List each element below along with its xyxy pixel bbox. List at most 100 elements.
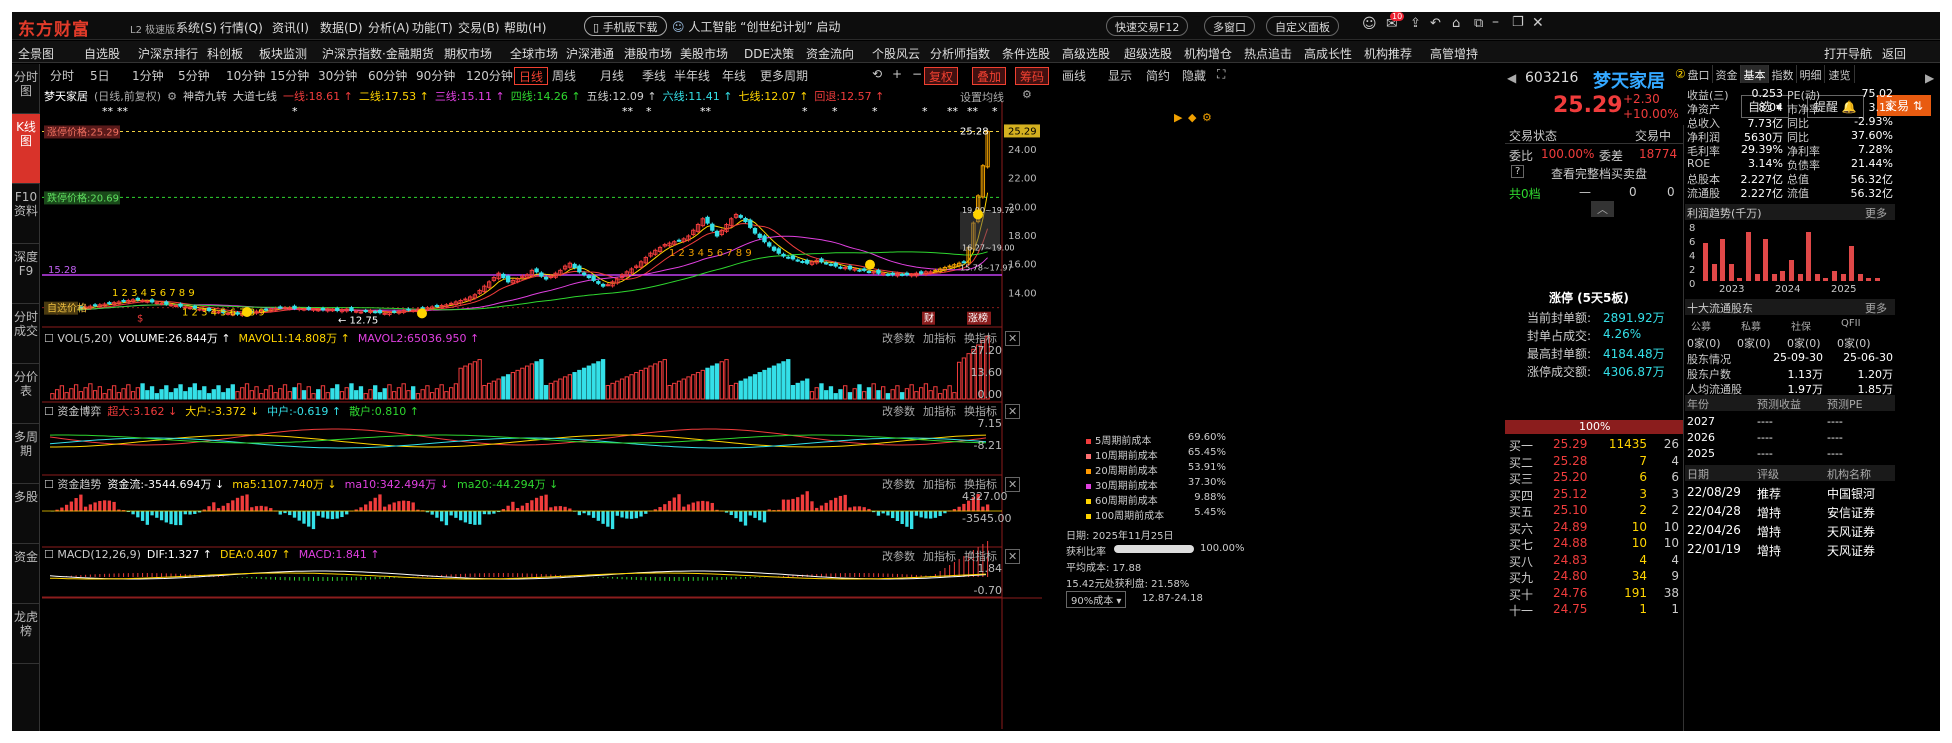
prev-stock-icon[interactable]: ◀: [1507, 71, 1516, 85]
play-icon[interactable]: ▶: [1174, 111, 1182, 124]
toolbar-right-4[interactable]: 显示: [1108, 67, 1132, 85]
vol-panel-btn-1[interactable]: 加指标: [923, 332, 956, 345]
sidebar-tab-4[interactable]: 分时成交: [12, 304, 40, 364]
macd-panel-btn-1[interactable]: 加指标: [923, 550, 956, 563]
sidebar-tab-7[interactable]: 多股: [12, 484, 40, 544]
period-2[interactable]: 1分钟: [132, 67, 164, 85]
nav-item-23[interactable]: 打开导航: [1824, 45, 1872, 62]
bo-panel-btn-0[interactable]: 改参数: [882, 405, 915, 418]
macd-panel-btn-0[interactable]: 改参数: [882, 550, 915, 563]
bo-panel-label[interactable]: ☐ 资金博弈: [44, 405, 101, 418]
chip-mode-icon[interactable]: ◆: [1188, 111, 1196, 124]
nav-item-14[interactable]: 分析师指数: [930, 45, 990, 62]
toolbar-right-6[interactable]: 隐藏: [1182, 67, 1206, 85]
nav-item-20[interactable]: 高成长性: [1304, 45, 1352, 62]
menu-2[interactable]: 资讯(I): [272, 19, 309, 36]
minimize-icon[interactable]: –: [1492, 14, 1499, 30]
vol-panel-label[interactable]: ☐ VOL(5,20): [44, 332, 113, 345]
profit-trend-more[interactable]: 更多: [1865, 205, 1887, 221]
menu-4[interactable]: 分析(A): [368, 19, 410, 36]
zoom-out-icon[interactable]: −: [912, 67, 922, 85]
nav-item-22[interactable]: 高管增持: [1430, 45, 1478, 62]
set-ma-link[interactable]: 设置均线: [960, 89, 1004, 105]
reset-icon[interactable]: ⟲: [872, 67, 882, 85]
menu-6[interactable]: 交易(B): [458, 19, 500, 36]
nav-item-4[interactable]: 板块监测: [259, 45, 307, 62]
nav-item-24[interactable]: 返回: [1882, 45, 1906, 62]
nav-item-6[interactable]: 期权市场: [444, 45, 492, 62]
zoom-in-icon[interactable]: +: [892, 67, 902, 85]
ai-banner[interactable]: ☺ 人工智能 “创世纪计划” 启动: [672, 18, 840, 35]
nav-item-19[interactable]: 热点追击: [1244, 45, 1292, 62]
nav-item-18[interactable]: 机构增仓: [1184, 45, 1232, 62]
nav-item-0[interactable]: 全景图: [18, 45, 54, 62]
next-stock-icon[interactable]: ▶: [1925, 71, 1934, 85]
menu-7[interactable]: 帮助(H): [504, 19, 546, 36]
nav-item-17[interactable]: 超级选股: [1124, 45, 1172, 62]
macd-panel-close-icon[interactable]: ✕: [1005, 549, 1021, 564]
multi-window-button[interactable]: 多窗口: [1204, 16, 1255, 36]
view-full-orderbook[interactable]: 查看完整档买卖盘: [1551, 165, 1647, 182]
nav-item-16[interactable]: 高级选股: [1062, 45, 1110, 62]
sidebar-tab-6[interactable]: 多周期: [12, 424, 40, 484]
period-9[interactable]: 120分钟: [466, 67, 513, 85]
quick-trade-button[interactable]: 快速交易F12: [1106, 16, 1189, 36]
skin-icon[interactable]: ⇪: [1410, 16, 1421, 31]
fullscreen-icon[interactable]: ⛶: [1217, 67, 1225, 85]
nav-item-10[interactable]: 美股市场: [680, 45, 728, 62]
rp-tab-0[interactable]: 盘口: [1685, 65, 1713, 83]
back-icon[interactable]: ↶: [1430, 16, 1441, 31]
nav-item-7[interactable]: 全球市场: [510, 45, 558, 62]
rp-tab-5[interactable]: 速览: [1825, 65, 1855, 83]
bo-panel-close-icon[interactable]: ✕: [1005, 404, 1021, 419]
nav-item-3[interactable]: 科创板: [207, 45, 243, 62]
macd-panel-label[interactable]: ☐ MACD(12,26,9): [44, 548, 141, 561]
period-3[interactable]: 5分钟: [178, 67, 210, 85]
menu-0[interactable]: 系统(S): [176, 19, 217, 36]
home-icon[interactable]: ⌂: [1452, 16, 1460, 31]
period-8[interactable]: 90分钟: [416, 67, 455, 85]
nav-item-5[interactable]: 沪深京指数·金融期货: [322, 45, 434, 62]
toolbar-right-2[interactable]: 筹码: [1015, 67, 1050, 85]
rp-tab-4[interactable]: 明细: [1797, 65, 1825, 83]
period-7[interactable]: 60分钟: [368, 67, 407, 85]
restore-icon[interactable]: ⧉: [1474, 16, 1483, 31]
period-10[interactable]: 日线: [514, 67, 549, 85]
nav-item-9[interactable]: 港股市场: [624, 45, 672, 62]
mobile-download-button[interactable]: ▯ 手机版下载: [584, 16, 667, 36]
sidebar-tab-1[interactable]: K线图: [12, 114, 40, 184]
nav-item-21[interactable]: 机构推荐: [1364, 45, 1412, 62]
rp-tab-1[interactable]: 资金: [1713, 65, 1741, 83]
collapse-icon[interactable]: ︿: [1591, 201, 1614, 217]
close-icon[interactable]: ✕: [1532, 15, 1544, 31]
nav-item-1[interactable]: 自选股: [84, 45, 120, 62]
nav-item-8[interactable]: 沪深港通: [566, 45, 614, 62]
user-icon[interactable]: ☺: [1362, 16, 1377, 32]
nav-item-12[interactable]: 资金流向: [806, 45, 854, 62]
sidebar-tab-8[interactable]: 资金: [12, 544, 40, 604]
period-13[interactable]: 季线: [642, 67, 666, 85]
trend-panel-btn-1[interactable]: 加指标: [923, 478, 956, 491]
rp-tab-3[interactable]: 指数: [1769, 65, 1797, 83]
period-12[interactable]: 月线: [600, 67, 624, 85]
menu-3[interactable]: 数据(D): [320, 19, 363, 36]
toolbar-right-5[interactable]: 简约: [1146, 67, 1170, 85]
trend-panel-label[interactable]: ☐ 资金趋势: [44, 478, 101, 491]
sidebar-tab-0[interactable]: 分时图: [12, 64, 40, 114]
toolbar-right-3[interactable]: 画线: [1062, 67, 1086, 85]
period-15[interactable]: 年线: [722, 67, 746, 85]
nav-item-2[interactable]: 沪深京排行: [138, 45, 198, 62]
period-6[interactable]: 30分钟: [318, 67, 357, 85]
trend-panel-btn-0[interactable]: 改参数: [882, 478, 915, 491]
toolbar-right-1[interactable]: 叠加: [972, 67, 1007, 85]
menu-1[interactable]: 行情(Q): [220, 19, 263, 36]
period-4[interactable]: 10分钟: [226, 67, 265, 85]
holders-more[interactable]: 更多: [1865, 300, 1887, 316]
period-11[interactable]: 周线: [552, 67, 576, 85]
period-5[interactable]: 15分钟: [270, 67, 309, 85]
nav-item-15[interactable]: 条件选股: [1002, 45, 1050, 62]
toolbar-right-0[interactable]: 复权: [924, 67, 959, 85]
help-icon[interactable]: ?: [1511, 165, 1525, 178]
vol-panel-close-icon[interactable]: ✕: [1005, 331, 1021, 346]
sidebar-tab-5[interactable]: 分价表: [12, 364, 40, 424]
